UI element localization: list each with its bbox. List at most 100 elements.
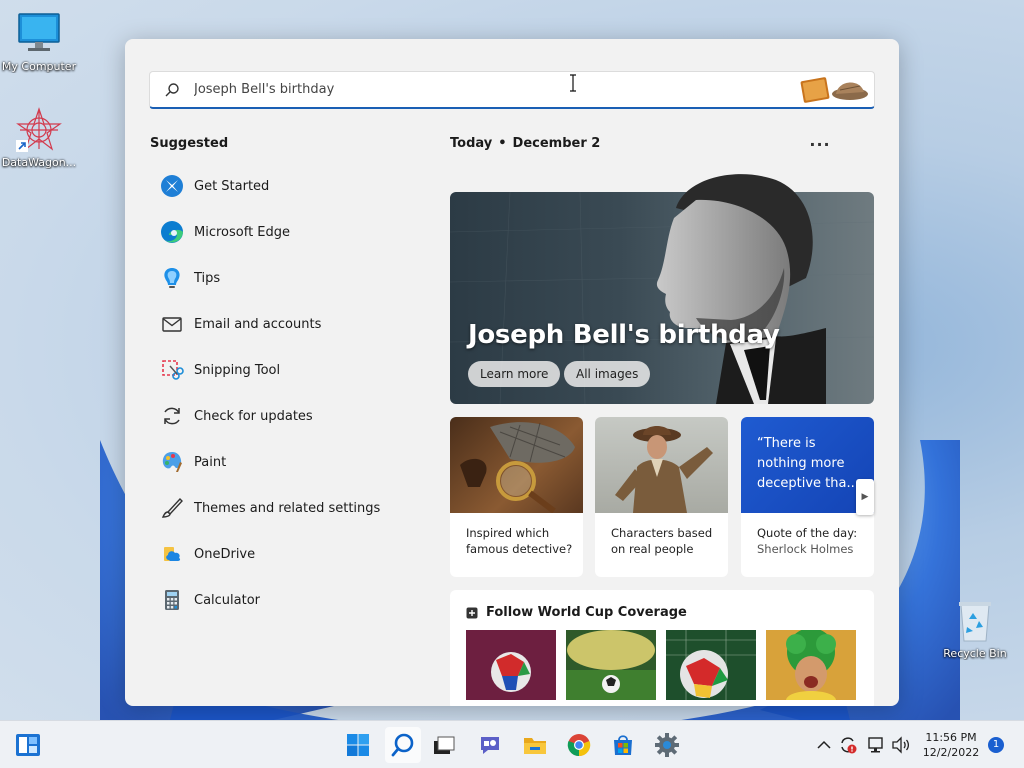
tips-icon	[158, 264, 186, 292]
folder-icon	[524, 738, 546, 754]
chat-icon	[481, 737, 499, 754]
file-explorer-button[interactable]	[517, 727, 553, 763]
suggested-item-email[interactable]: Email and accounts	[150, 301, 410, 347]
suggested-item-label: Email and accounts	[194, 316, 322, 332]
world-cup-title: Follow World Cup Coverage	[486, 605, 687, 620]
suggested-item-themes[interactable]: Themes and related settings	[150, 485, 410, 531]
learn-more-button[interactable]: Learn more	[468, 361, 561, 387]
suggested-item-edge[interactable]: Microsoft Edge	[150, 209, 410, 255]
world-cup-image-fan[interactable]	[766, 630, 856, 700]
chrome-button[interactable]	[561, 727, 597, 763]
start-button[interactable]	[340, 727, 376, 763]
search-icon	[150, 71, 194, 109]
quote-line2: nothing more	[757, 456, 845, 471]
card-inspired-detective[interactable]: Inspired which famous detective?	[450, 417, 583, 577]
store-button[interactable]	[605, 727, 641, 763]
suggested-item-label: Themes and related settings	[194, 500, 381, 516]
suggested-item-tips[interactable]: Tips	[150, 255, 410, 301]
world-cup-image-stadium[interactable]	[566, 630, 656, 700]
suggested-item-snipping-tool[interactable]: Snipping Tool	[150, 347, 410, 393]
edge-icon	[158, 218, 186, 246]
card-caption-line2: Sherlock Holmes	[757, 542, 854, 556]
chevron-up-icon	[817, 740, 831, 749]
separator-dot: •	[498, 136, 507, 151]
world-cup-image-flag-ball[interactable]	[466, 630, 556, 700]
suggested-item-get-started[interactable]: Get Started	[150, 163, 410, 209]
today-date: December 2	[512, 136, 601, 151]
suggested-item-label: OneDrive	[194, 546, 256, 562]
card-quote-of-the-day[interactable]: “There is nothing more deceptive tha... …	[741, 417, 874, 577]
gear-icon	[655, 733, 679, 757]
desktop-icon-label: Recycle Bin	[943, 647, 1007, 660]
more-options-button[interactable]: ...	[805, 131, 835, 155]
chrome-icon	[567, 734, 591, 757]
search-taskbar-button[interactable]	[385, 727, 421, 763]
all-images-button[interactable]: All images	[564, 361, 651, 387]
suggested-item-paint[interactable]: Paint	[150, 439, 410, 485]
suggested-item-label: Paint	[194, 454, 227, 470]
desktop-icon-my-computer[interactable]: My Computer	[0, 10, 78, 73]
quote-line1: “There is	[757, 436, 816, 451]
sync-status-button[interactable]	[838, 735, 858, 755]
recycle-bin-icon	[951, 597, 999, 645]
show-hidden-icons-button[interactable]	[814, 735, 834, 755]
datawagon-icon	[15, 106, 63, 154]
chat-button[interactable]	[472, 727, 508, 763]
suggested-item-check-updates[interactable]: Check for updates	[150, 393, 410, 439]
task-view-button[interactable]	[426, 727, 462, 763]
hero-title: Joseph Bell's birthday	[468, 320, 780, 350]
settings-button[interactable]	[649, 727, 685, 763]
brush-icon	[158, 494, 186, 522]
detective-items-image	[450, 417, 583, 513]
search-input[interactable]	[194, 74, 754, 105]
card-caption-line1: Characters based	[611, 526, 713, 540]
card-caption-line2: on real people	[611, 542, 694, 556]
suggested-item-label: Tips	[194, 270, 221, 286]
world-cup-card[interactable]: Follow World Cup Coverage	[450, 590, 874, 706]
suggested-item-label: Calculator	[194, 592, 261, 608]
card-caption: Quote of the day: Sherlock Holmes	[741, 513, 874, 557]
desktop-icon-datawagon[interactable]: DataWagon...	[0, 106, 78, 169]
search-highlight-badge-icon[interactable]	[798, 72, 872, 108]
card-caption: Characters based on real people	[595, 513, 728, 557]
notification-badge[interactable]: 1	[988, 737, 1004, 753]
today-heading: Today • December 2	[450, 136, 600, 151]
suggested-item-label: Microsoft Edge	[194, 224, 291, 240]
chevron-right-icon: ▶	[861, 492, 869, 502]
quote-preview: “There is nothing more deceptive tha...	[741, 417, 874, 513]
card-caption: Inspired which famous detective?	[450, 513, 583, 557]
network-button[interactable]	[866, 735, 886, 755]
suggested-item-label: Snipping Tool	[194, 362, 281, 378]
search-box[interactable]	[149, 71, 875, 109]
card-characters-real-people[interactable]: Characters based on real people	[595, 417, 728, 577]
taskbar: 11:56 PM 12/2/2022 1	[0, 720, 1024, 768]
desktop-icon-label: My Computer	[1, 60, 77, 73]
adventurer-image	[595, 417, 728, 513]
network-icon	[868, 737, 883, 753]
desktop-icon-recycle-bin[interactable]: Recycle Bin	[936, 597, 1014, 660]
suggested-item-onedrive[interactable]: OneDrive	[150, 531, 410, 577]
hero-card[interactable]: Joseph Bell's birthday Learn more All im…	[450, 174, 874, 404]
suggested-item-label: Check for updates	[194, 408, 313, 424]
widgets-icon	[16, 734, 40, 756]
portrait-image	[656, 174, 826, 404]
suggested-item-calculator[interactable]: Calculator	[150, 577, 410, 623]
volume-button[interactable]	[890, 735, 910, 755]
today-label: Today	[450, 136, 493, 151]
next-cards-button[interactable]: ▶	[856, 479, 874, 515]
widgets-button[interactable]	[10, 727, 46, 763]
mail-icon	[158, 310, 186, 338]
card-caption-line2: famous detective?	[466, 542, 573, 556]
text-cursor-icon	[570, 74, 576, 92]
get-started-icon	[158, 172, 186, 200]
world-cup-heading: Follow World Cup Coverage	[466, 605, 687, 620]
search-icon	[391, 733, 414, 757]
windows-logo-icon	[347, 734, 369, 756]
paint-icon	[158, 448, 186, 476]
world-cup-image-ball-net[interactable]	[666, 630, 756, 700]
clock-time: 11:56 PM	[925, 731, 977, 744]
speaker-icon	[892, 736, 910, 754]
snipping-tool-icon	[158, 356, 186, 384]
taskbar-clock[interactable]: 11:56 PM 12/2/2022	[918, 730, 984, 760]
suggested-list: Get Started Microsoft Edge Tips Email an…	[150, 163, 410, 623]
